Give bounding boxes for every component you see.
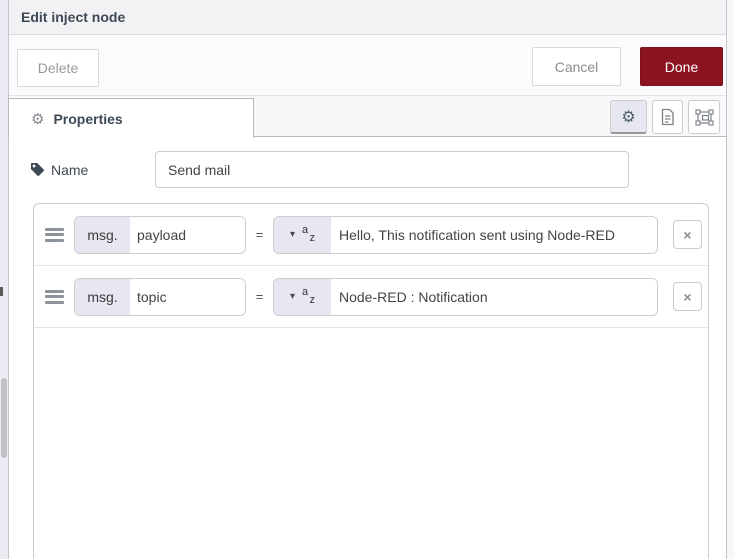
close-icon: × <box>683 226 692 243</box>
property-key-group: msg. <box>74 277 246 316</box>
properties-panel: Name msg. = ▾ <box>9 137 726 559</box>
drag-handle-icon[interactable] <box>45 225 64 244</box>
property-row-topic: msg. = ▾ a z <box>34 266 708 328</box>
typed-input-group: ▾ a z <box>273 277 658 316</box>
chevron-down-icon: ▾ <box>289 228 296 240</box>
remove-row-button[interactable]: × <box>673 282 702 311</box>
workspace-left-edge <box>0 0 9 559</box>
property-key-input[interactable] <box>130 278 245 315</box>
workspace-node-edge <box>0 287 3 296</box>
inject-properties-list: msg. = ▾ a z <box>33 203 709 559</box>
palette-scrollbar[interactable] <box>1 378 7 458</box>
remove-row-button[interactable]: × <box>673 220 702 249</box>
name-input[interactable] <box>155 151 629 188</box>
delete-button[interactable]: Delete <box>17 49 99 87</box>
gear-icon: ⚙ <box>31 110 45 128</box>
done-button[interactable]: Done <box>640 47 723 86</box>
tray-toolbar: Delete Cancel Done <box>9 35 726 96</box>
dialog-title: Edit inject node <box>21 9 126 25</box>
tab-properties-label: Properties <box>53 110 123 127</box>
tab-properties[interactable]: ⚙ Properties <box>8 98 254 138</box>
tray-right-edge <box>726 0 734 559</box>
description-tab-button[interactable] <box>652 100 683 134</box>
chevron-down-icon: ▾ <box>289 290 296 302</box>
property-value-input[interactable] <box>331 278 657 315</box>
properties-tab-button[interactable]: ⚙ <box>610 100 647 134</box>
edit-tray: Edit inject node Delete Cancel Done ⚙ Pr… <box>8 0 726 559</box>
type-select-button[interactable]: ▾ a z <box>274 278 331 315</box>
string-type-icon: a z <box>302 285 316 306</box>
document-icon <box>661 108 674 126</box>
typed-input-group: ▾ a z <box>273 215 658 254</box>
type-select-button[interactable]: ▾ a z <box>274 216 331 253</box>
string-type-icon: a z <box>302 223 316 244</box>
equals-label: = <box>255 289 264 304</box>
tray-titlebar: Edit inject node <box>9 0 726 35</box>
property-key-input[interactable] <box>130 216 245 253</box>
editor-tabbar: ⚙ Properties ⚙ <box>8 96 726 138</box>
gear-icon: ⚙ <box>621 108 636 126</box>
close-icon: × <box>683 288 692 305</box>
property-value-input[interactable] <box>331 216 657 253</box>
property-row-payload: msg. = ▾ a z <box>34 204 708 266</box>
property-key-group: msg. <box>74 215 246 254</box>
edit-inject-node-dialog-screen: Edit inject node Delete Cancel Done ⚙ Pr… <box>0 0 734 559</box>
msg-prefix-label: msg. <box>75 216 130 253</box>
appearance-icon <box>694 108 714 126</box>
name-field-label: Name <box>51 161 89 178</box>
drag-handle-icon[interactable] <box>45 287 64 306</box>
msg-prefix-label: msg. <box>75 278 130 315</box>
tag-icon <box>30 162 45 177</box>
appearance-tab-button[interactable] <box>688 100 720 134</box>
equals-label: = <box>255 227 264 242</box>
cancel-button[interactable]: Cancel <box>532 47 621 86</box>
name-field-label-row: Name <box>30 151 88 188</box>
